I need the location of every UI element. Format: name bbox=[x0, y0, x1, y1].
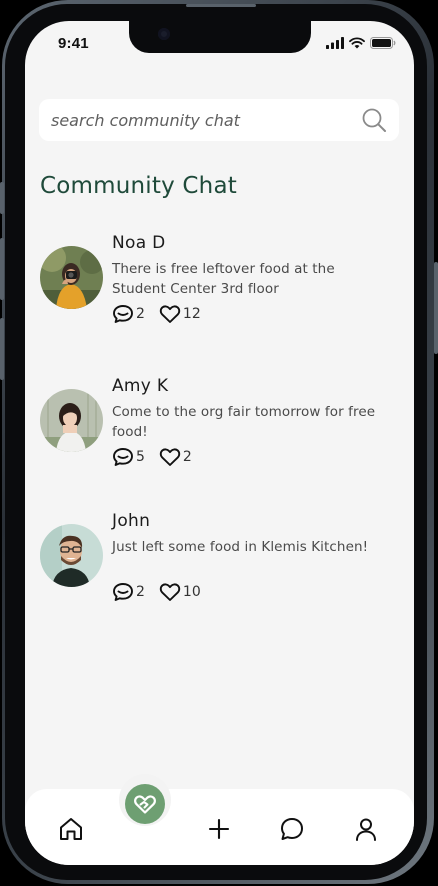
heart-hands-icon bbox=[134, 795, 156, 814]
comment-icon bbox=[113, 305, 133, 323]
post-message: Just left some food in Klemis Kitchen! bbox=[112, 539, 369, 555]
search-input[interactable] bbox=[51, 99, 351, 141]
volume-down-button bbox=[0, 318, 4, 380]
app-screen: 9:41 search community chat Community Cha… bbox=[25, 21, 414, 865]
volume-up-button bbox=[0, 238, 4, 300]
profile-icon[interactable] bbox=[352, 815, 380, 843]
plus-icon[interactable] bbox=[205, 815, 233, 843]
comment-icon bbox=[113, 583, 133, 601]
silent-switch bbox=[0, 182, 4, 214]
post-message: There is free leftover food at the Stude… bbox=[112, 261, 335, 297]
like-button[interactable]: 12 bbox=[159, 303, 201, 325]
camera-icon bbox=[158, 28, 170, 40]
page-title: Community Chat bbox=[40, 173, 237, 199]
avatar-john bbox=[40, 524, 103, 587]
like-button[interactable]: 2 bbox=[159, 446, 192, 468]
heart-icon bbox=[159, 583, 181, 601]
top-speaker bbox=[186, 4, 256, 7]
heart-icon bbox=[159, 448, 181, 466]
wifi-icon bbox=[349, 37, 365, 49]
avatar-amy bbox=[40, 389, 103, 452]
home-icon[interactable] bbox=[57, 815, 85, 843]
search-bar[interactable] bbox=[39, 99, 399, 141]
like-count: 10 bbox=[182, 584, 201, 600]
cellular-signal-icon bbox=[326, 37, 344, 49]
avatar[interactable] bbox=[40, 246, 103, 309]
like-count: 2 bbox=[182, 449, 192, 465]
power-button bbox=[434, 262, 438, 354]
post-message: Come to the org fair tomorrow for free f… bbox=[112, 404, 376, 440]
avatar-noa bbox=[40, 246, 103, 309]
comment-icon bbox=[113, 448, 133, 466]
post-stats: 2 12 bbox=[112, 303, 215, 325]
post-author[interactable]: John bbox=[112, 511, 150, 531]
comment-count: 2 bbox=[136, 584, 145, 600]
post-stats: 2 10 bbox=[112, 581, 215, 603]
search-icon[interactable] bbox=[361, 107, 387, 133]
phone-device: 9:41 search community chat Community Cha… bbox=[0, 0, 438, 886]
avatar[interactable] bbox=[40, 524, 103, 587]
notch bbox=[129, 21, 311, 53]
post-stats: 5 2 bbox=[112, 446, 206, 468]
avatar[interactable] bbox=[40, 389, 103, 452]
like-count: 12 bbox=[182, 306, 201, 322]
comment-count: 2 bbox=[136, 306, 145, 322]
like-button[interactable]: 10 bbox=[159, 581, 201, 603]
comment-count: 5 bbox=[136, 449, 145, 465]
chat-post[interactable]: Noa D There is free leftover food at the… bbox=[40, 233, 385, 328]
nav-community-button[interactable] bbox=[125, 784, 165, 824]
heart-icon bbox=[159, 305, 181, 323]
post-author[interactable]: Noa D bbox=[112, 233, 166, 253]
chat-post[interactable]: Amy K Come to the org fair tomorrow for … bbox=[40, 376, 385, 471]
status-icons bbox=[326, 36, 396, 50]
comment-button[interactable]: 2 bbox=[112, 303, 145, 325]
battery-icon bbox=[370, 37, 396, 49]
chat-icon[interactable] bbox=[278, 815, 306, 843]
comment-button[interactable]: 5 bbox=[112, 446, 145, 468]
comment-button[interactable]: 2 bbox=[112, 581, 145, 603]
post-author[interactable]: Amy K bbox=[112, 376, 168, 396]
chat-post[interactable]: John Just left some food in Klemis Kitch… bbox=[40, 511, 385, 606]
status-time: 9:41 bbox=[58, 35, 89, 52]
